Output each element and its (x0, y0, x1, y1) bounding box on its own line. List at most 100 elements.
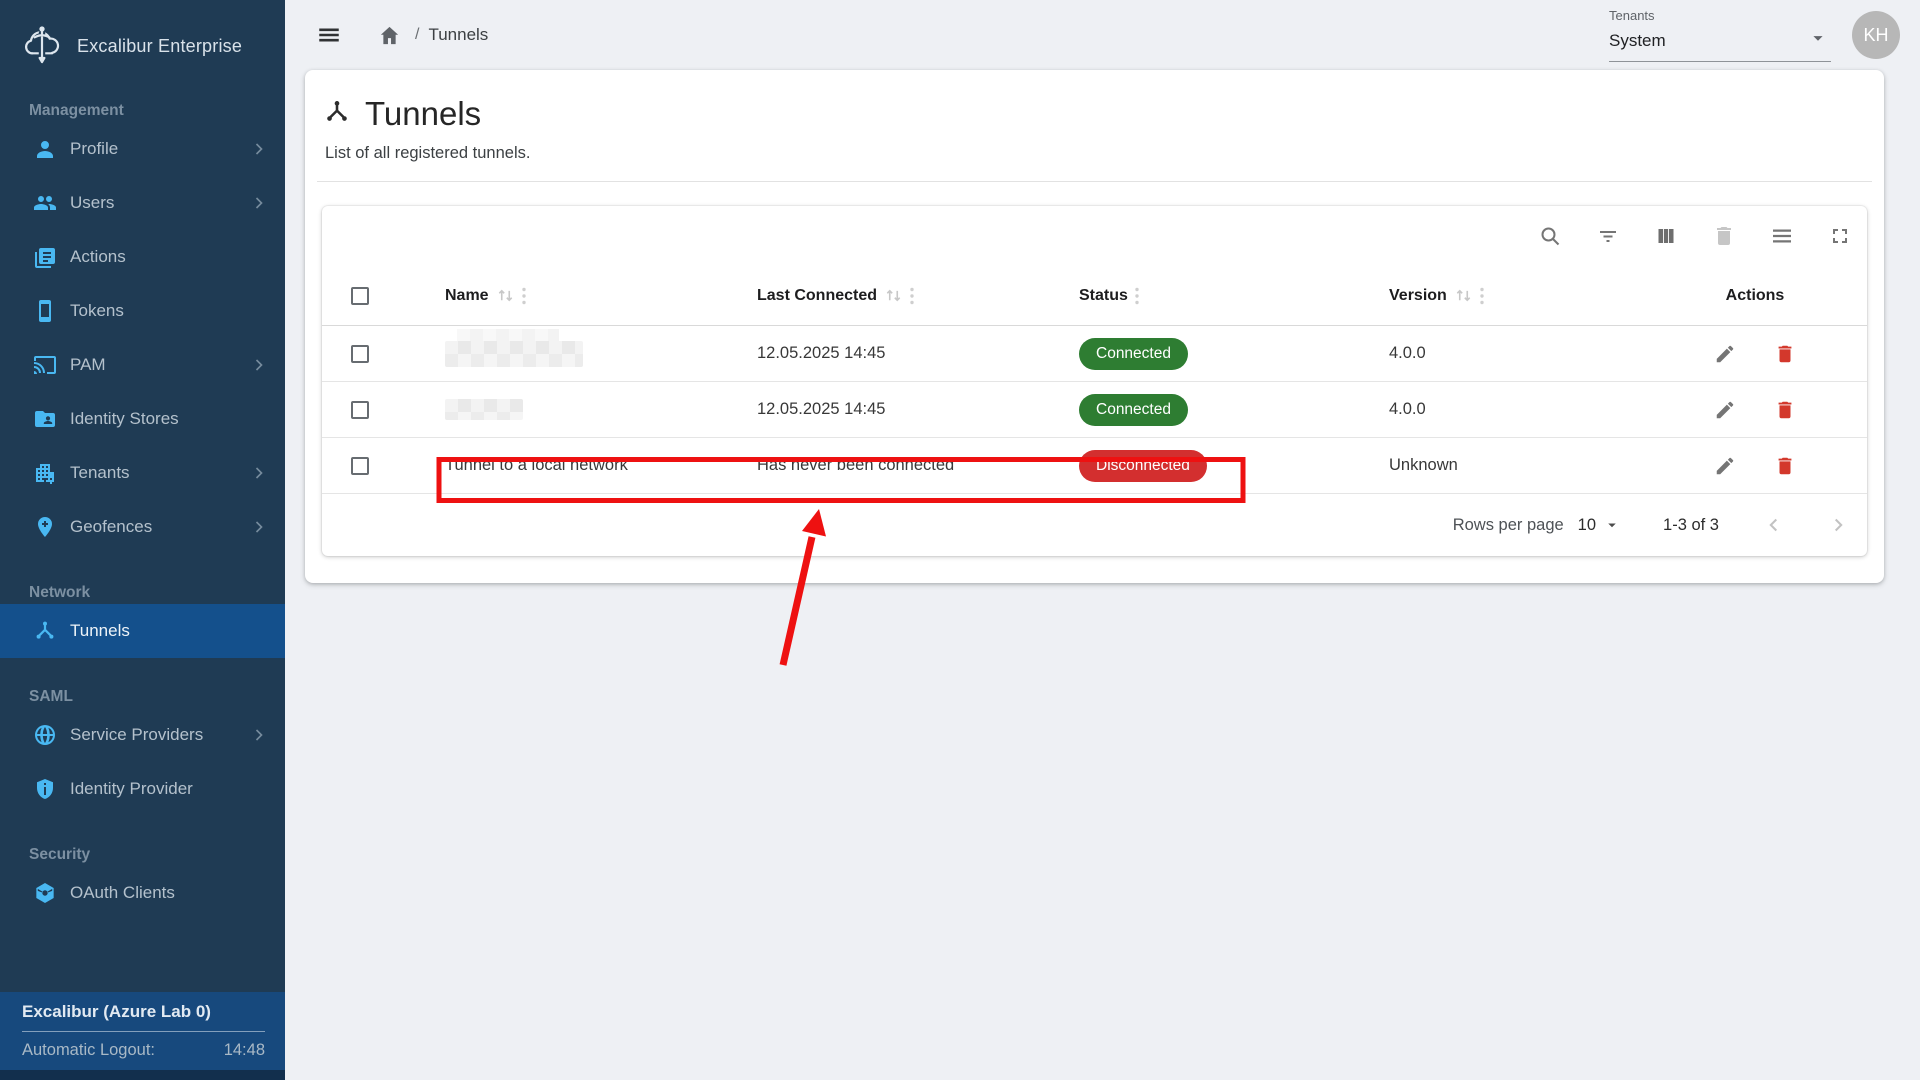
folder-user-icon (33, 407, 57, 431)
row-checkbox[interactable] (351, 345, 369, 363)
sidebar-item-tunnels[interactable]: Tunnels (0, 604, 285, 658)
previous-page-icon[interactable] (1759, 510, 1789, 540)
chevron-right-icon (249, 139, 269, 159)
columns-icon[interactable] (1647, 220, 1685, 252)
delete-trash-icon[interactable] (1770, 339, 1800, 369)
version-cell: Unknown (1389, 456, 1643, 475)
section-label-network: Network (29, 584, 261, 602)
rows-per-page-value: 10 (1578, 516, 1596, 535)
table-row-highlighted[interactable]: Tunnel to a local network Has never been… (322, 438, 1867, 494)
cast-screen-icon (33, 353, 57, 377)
sidebar-item-oauth-clients[interactable]: OAuth Clients (0, 866, 285, 920)
sort-icon[interactable] (496, 288, 515, 303)
tunnels-card: Tunnels List of all registered tunnels. (305, 70, 1884, 583)
sidebar: Excalibur Enterprise Management Profile … (0, 0, 285, 1080)
column-menu-icon[interactable] (910, 287, 914, 305)
page-title: Tunnels (365, 95, 481, 133)
table-paper: Name Last Connected (322, 206, 1867, 556)
delete-trash-icon[interactable] (1770, 451, 1800, 481)
name-cell: Tunnel to a local network (445, 456, 757, 475)
person-icon (33, 137, 57, 161)
tunnel-hub-icon (33, 619, 57, 643)
column-header-last-connected: Last Connected (757, 287, 1079, 305)
chevron-right-icon (249, 725, 269, 745)
redacted-name (445, 341, 583, 367)
pagination-range: 1-3 of 3 (1663, 516, 1719, 535)
app-title: Excalibur Enterprise (77, 36, 242, 57)
rows-per-page-select[interactable]: 10 (1578, 516, 1621, 535)
column-header-label: Actions (1726, 287, 1785, 305)
search-icon[interactable] (1531, 220, 1569, 252)
column-menu-icon[interactable] (1135, 287, 1139, 305)
column-header-status: Status (1079, 287, 1389, 305)
sidebar-item-profile[interactable]: Profile (0, 122, 285, 176)
sidebar-item-label: OAuth Clients (70, 883, 269, 903)
column-menu-icon[interactable] (522, 287, 526, 305)
delete-trash-icon[interactable] (1770, 395, 1800, 425)
hamburger-menu-icon[interactable] (312, 18, 346, 52)
row-checkbox[interactable] (351, 457, 369, 475)
version-cell: 4.0.0 (1389, 344, 1643, 363)
column-menu-icon[interactable] (1480, 287, 1484, 305)
edit-pencil-icon[interactable] (1710, 339, 1740, 369)
status-badge: Connected (1079, 394, 1188, 426)
sidebar-item-label: Geofences (70, 517, 236, 537)
sidebar-item-tokens[interactable]: Tokens (0, 284, 285, 338)
sidebar-item-actions[interactable]: Actions (0, 230, 285, 284)
sidebar-item-label: Tenants (70, 463, 236, 483)
sidebar-item-label: PAM (70, 355, 236, 375)
column-header-label: Name (445, 287, 489, 305)
sort-icon[interactable] (884, 288, 903, 303)
auto-logout-value: 14:48 (224, 1041, 265, 1060)
sidebar-item-identity-provider[interactable]: Identity Provider (0, 762, 285, 816)
topbar: / Tunnels Tenants System KH (285, 0, 1920, 70)
last-connected-cell: 12.05.2025 14:45 (757, 400, 1079, 419)
avatar[interactable]: KH (1852, 11, 1900, 59)
chevron-right-icon (249, 355, 269, 375)
page-subtitle: List of all registered tunnels. (325, 144, 1866, 163)
globe-icon (33, 723, 57, 747)
app-logo-row: Excalibur Enterprise (0, 0, 285, 72)
actions-list-icon (33, 245, 57, 269)
header-divider (317, 181, 1872, 182)
select-all-checkbox[interactable] (351, 287, 369, 305)
sidebar-item-users[interactable]: Users (0, 176, 285, 230)
building-icon (33, 461, 57, 485)
main-area: / Tunnels Tenants System KH (285, 0, 1920, 1080)
auto-logout-label: Automatic Logout: (22, 1041, 155, 1060)
sidebar-item-geofences[interactable]: Geofences (0, 500, 285, 554)
smartphone-icon (33, 299, 57, 323)
table-row[interactable]: 12.05.2025 14:45 Connected 4.0.0 (322, 382, 1867, 438)
sidebar-item-identity-stores[interactable]: Identity Stores (0, 392, 285, 446)
edit-pencil-icon[interactable] (1710, 395, 1740, 425)
page-header: Tunnels List of all registered tunnels. (305, 70, 1884, 163)
row-checkbox[interactable] (351, 401, 369, 419)
tunnel-hub-icon (323, 98, 351, 131)
sidebar-item-tenants[interactable]: Tenants (0, 446, 285, 500)
filter-icon[interactable] (1589, 220, 1627, 252)
sidebar-item-label: Tunnels (70, 621, 269, 641)
column-header-label: Last Connected (757, 287, 877, 305)
pagination-bar: Rows per page 10 1-3 of 3 (322, 494, 1867, 556)
table-row[interactable]: 12.05.2025 14:45 Connected 4.0.0 (322, 326, 1867, 382)
sidebar-item-label: Identity Stores (70, 409, 269, 429)
edit-pencil-icon[interactable] (1710, 451, 1740, 481)
sidebar-item-service-providers[interactable]: Service Providers (0, 708, 285, 762)
column-header-label: Status (1079, 287, 1128, 305)
column-header-label: Version (1389, 287, 1447, 305)
breadcrumb-home-icon[interactable] (374, 20, 405, 51)
delete-icon[interactable] (1705, 220, 1743, 252)
density-icon[interactable] (1763, 220, 1801, 252)
sidebar-footer: Excalibur (Azure Lab 0) Automatic Logout… (0, 992, 285, 1080)
fullscreen-icon[interactable] (1821, 220, 1859, 252)
people-icon (33, 191, 57, 215)
breadcrumb-separator: / (415, 26, 419, 44)
chevron-right-icon (249, 463, 269, 483)
next-page-icon[interactable] (1823, 510, 1853, 540)
sidebar-item-label: Users (70, 193, 236, 213)
last-connected-cell: Has never been connected (757, 456, 1079, 475)
sort-icon[interactable] (1454, 288, 1473, 303)
tenants-select[interactable]: Tenants System (1609, 8, 1831, 62)
section-label-security: Security (29, 846, 261, 864)
sidebar-item-pam[interactable]: PAM (0, 338, 285, 392)
